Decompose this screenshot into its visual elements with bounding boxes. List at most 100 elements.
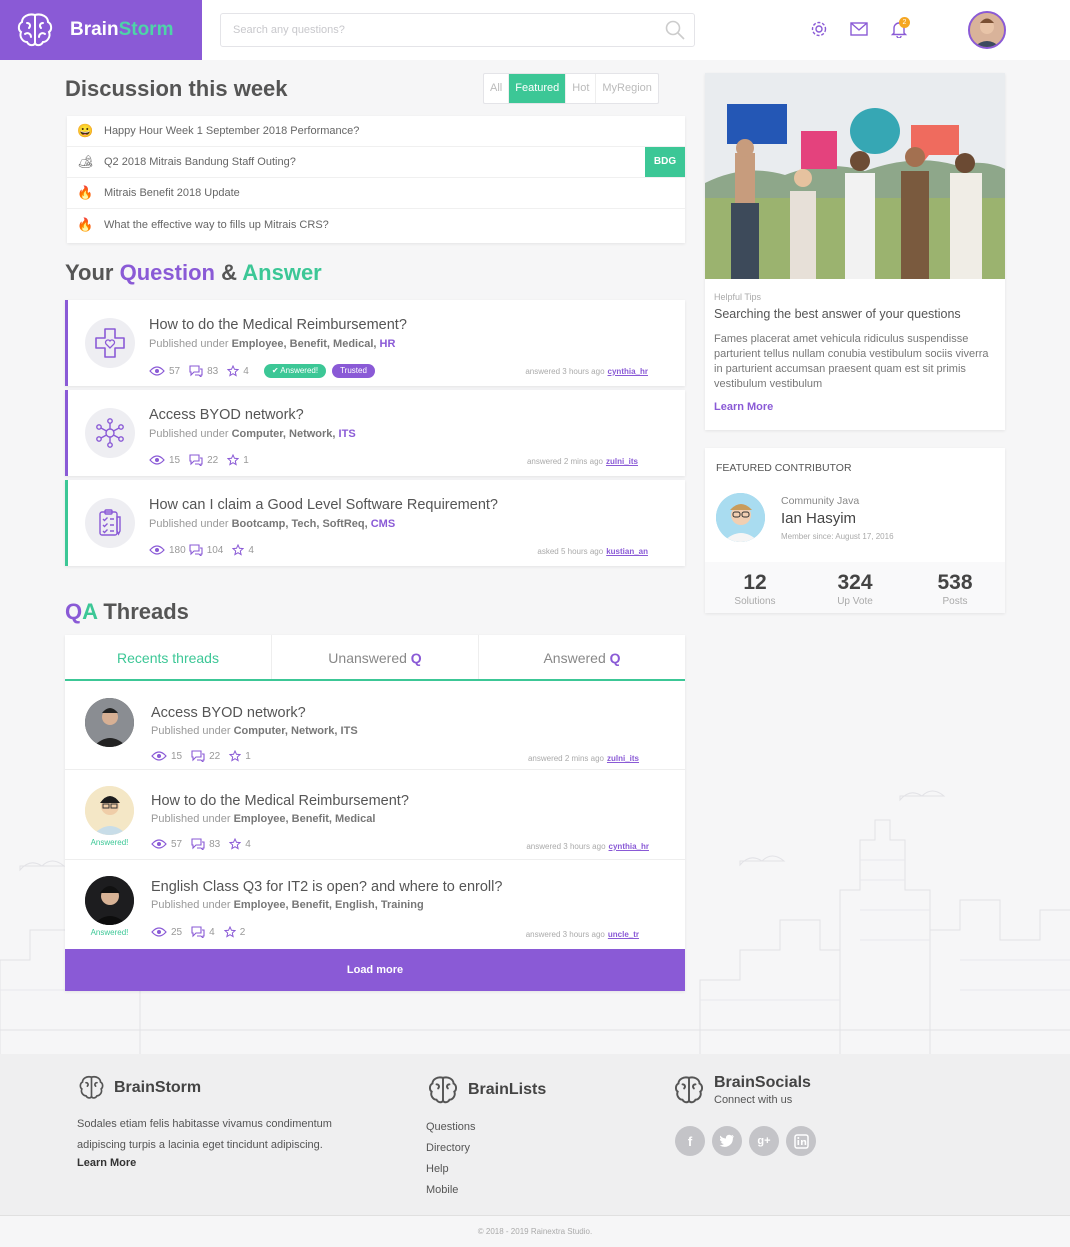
google-plus-icon[interactable]: g+ bbox=[749, 1126, 779, 1156]
username-link[interactable]: kustian_an bbox=[606, 547, 648, 556]
star-icon bbox=[227, 454, 240, 466]
view-count: 25 bbox=[171, 926, 183, 938]
contributor-community: Community Java bbox=[781, 495, 860, 507]
footer-learn-more-link[interactable]: Learn More bbox=[77, 1157, 357, 1169]
username-link[interactable]: zulni_its bbox=[606, 457, 638, 466]
question-meta: answered 2 mins ago zulni_its bbox=[526, 457, 638, 466]
contributor-member-since: Member since: August 17, 2016 bbox=[781, 532, 894, 541]
qa-section-title: Your Question & Answer bbox=[65, 260, 322, 285]
discussion-item[interactable]: 🔥 Mitrais Benefit 2018 Update bbox=[67, 178, 685, 209]
gear-icon[interactable] bbox=[810, 20, 828, 38]
contributor-name[interactable]: Ian Hasyim bbox=[781, 510, 856, 527]
search-input[interactable] bbox=[221, 14, 641, 46]
top-navigation-bar: BrainStorm 2 bbox=[0, 0, 1070, 60]
twitter-icon[interactable] bbox=[712, 1126, 742, 1156]
filter-featured[interactable]: Featured bbox=[509, 74, 567, 103]
username-link[interactable]: uncle_tr bbox=[608, 930, 639, 939]
category-link[interactable]: CMS bbox=[371, 518, 395, 530]
question-meta: asked 5 hours ago kustian_an bbox=[537, 547, 648, 556]
region-tag: BDG bbox=[645, 147, 685, 177]
footer-lists-title: BrainLists bbox=[468, 1081, 547, 1098]
discussion-item[interactable]: 😀 Happy Hour Week 1 September 2018 Perfor… bbox=[67, 116, 685, 147]
network-icon bbox=[85, 408, 135, 458]
question-stats: 57 83 4 ✔ Answered! Trusted bbox=[149, 364, 375, 378]
thread-categories: Published under Computer, Network, ITS bbox=[151, 725, 358, 737]
thread-row[interactable]: Answered! How to do the Medical Reimburs… bbox=[65, 770, 685, 860]
eye-icon bbox=[149, 366, 165, 376]
question-categories: Published under Employee, Benefit, Medic… bbox=[149, 338, 396, 350]
fire-emoji-icon: 🔥 bbox=[77, 185, 94, 200]
tips-learn-more-link[interactable]: Learn More bbox=[714, 401, 773, 413]
discussion-item-title: Happy Hour Week 1 September 2018 Perform… bbox=[104, 125, 360, 137]
star-icon bbox=[223, 926, 236, 938]
footer-link-mobile[interactable]: Mobile bbox=[426, 1180, 546, 1201]
discussion-item[interactable]: 🔥 What the effective way to fills up Mitr… bbox=[67, 209, 685, 240]
load-more-button[interactable]: Load more bbox=[65, 949, 685, 991]
linkedin-icon[interactable] bbox=[786, 1126, 816, 1156]
stat-posts: 538 Posts bbox=[937, 571, 973, 607]
star-icon bbox=[229, 750, 242, 762]
question-card[interactable]: How can I claim a Good Level Software Re… bbox=[65, 480, 685, 566]
checklist-icon bbox=[85, 498, 135, 548]
question-card[interactable]: Access BYOD network? Published under Com… bbox=[65, 390, 685, 476]
comment-icon bbox=[191, 750, 205, 762]
brain-logo-icon bbox=[674, 1076, 704, 1104]
footer: BrainStorm Sodales etiam felis habitasse… bbox=[0, 1054, 1070, 1215]
question-stats: 180 104 4 bbox=[149, 544, 263, 556]
eye-icon bbox=[151, 839, 167, 849]
thread-stats: 15 22 1 bbox=[151, 750, 260, 762]
notification-bell[interactable]: 2 bbox=[890, 17, 910, 40]
featured-contributor-card: FEATURED CONTRIBUTOR Community Java Ian … bbox=[705, 448, 1005, 613]
mail-icon[interactable] bbox=[850, 22, 868, 36]
search-bar bbox=[220, 13, 695, 47]
brain-logo-icon bbox=[79, 1075, 104, 1099]
filter-myregion[interactable]: MyRegion bbox=[596, 74, 658, 103]
discussion-item-title: Q2 2018 Mitrais Bandung Staff Outing? bbox=[104, 156, 296, 168]
filter-hot[interactable]: Hot bbox=[566, 74, 597, 103]
brand-logo[interactable]: BrainStorm bbox=[0, 0, 202, 60]
question-title[interactable]: Access BYOD network? bbox=[149, 407, 304, 423]
username-link[interactable]: cynthia_hr bbox=[608, 367, 648, 376]
tab-answered[interactable]: Answered Q bbox=[479, 635, 685, 679]
brand-name: BrainStorm bbox=[70, 19, 174, 40]
copyright: © 2018 - 2019 Rainextra Studio. bbox=[0, 1215, 1070, 1247]
user-avatar-image bbox=[970, 13, 1004, 47]
answered-badge: ✔ Answered! bbox=[263, 364, 327, 378]
eye-icon bbox=[151, 927, 167, 937]
search-icon[interactable] bbox=[665, 20, 685, 40]
tips-label: Helpful Tips bbox=[714, 292, 762, 302]
contributor-avatar[interactable] bbox=[716, 493, 765, 542]
thread-title[interactable]: English Class Q3 for IT2 is open? and wh… bbox=[151, 879, 502, 895]
username-link[interactable]: cynthia_hr bbox=[609, 842, 649, 851]
discussion-item-title: Mitrais Benefit 2018 Update bbox=[104, 187, 240, 199]
username-link[interactable]: zulni_its bbox=[607, 754, 639, 763]
tab-recent-threads[interactable]: Recents threads bbox=[65, 635, 272, 679]
thread-title[interactable]: Access BYOD network? bbox=[151, 705, 306, 721]
thread-stats: 25 4 2 bbox=[151, 926, 254, 938]
user-avatar[interactable] bbox=[968, 11, 1006, 49]
star-icon bbox=[232, 544, 245, 556]
footer-link-help[interactable]: Help bbox=[426, 1159, 546, 1180]
category-link[interactable]: HR bbox=[380, 338, 396, 350]
thread-meta: answered 2 mins ago zulni_its bbox=[527, 754, 639, 763]
footer-link-questions[interactable]: Questions bbox=[426, 1117, 546, 1138]
question-card[interactable]: How to do the Medical Reimbursement? Pub… bbox=[65, 300, 685, 386]
answered-label: Answered! bbox=[90, 928, 129, 937]
discussion-item[interactable]: 🏕 Q2 2018 Mitrais Bandung Staff Outing? BD… bbox=[67, 147, 685, 178]
discussion-list: 😀 Happy Hour Week 1 September 2018 Perfor… bbox=[67, 116, 685, 243]
thread-row[interactable]: Answered! English Class Q3 for IT2 is op… bbox=[65, 860, 685, 949]
question-title[interactable]: How can I claim a Good Level Software Re… bbox=[149, 497, 498, 513]
footer-about: BrainStorm Sodales etiam felis habitasse… bbox=[77, 1073, 357, 1169]
category-link[interactable]: ITS bbox=[339, 428, 356, 440]
filter-all[interactable]: All bbox=[484, 74, 510, 103]
thread-row[interactable]: Access BYOD network? Published under Com… bbox=[65, 682, 685, 770]
comment-icon bbox=[189, 365, 203, 377]
question-title[interactable]: How to do the Medical Reimbursement? bbox=[149, 317, 407, 333]
comment-count: 4 bbox=[209, 926, 215, 938]
facebook-icon[interactable]: f bbox=[675, 1126, 705, 1156]
footer-link-directory[interactable]: Directory bbox=[426, 1138, 546, 1159]
tab-unanswered[interactable]: Unanswered Q bbox=[272, 635, 479, 679]
smile-emoji-icon: 😀 bbox=[77, 123, 94, 138]
thread-title[interactable]: How to do the Medical Reimbursement? bbox=[151, 793, 409, 809]
comment-count: 22 bbox=[209, 750, 221, 762]
